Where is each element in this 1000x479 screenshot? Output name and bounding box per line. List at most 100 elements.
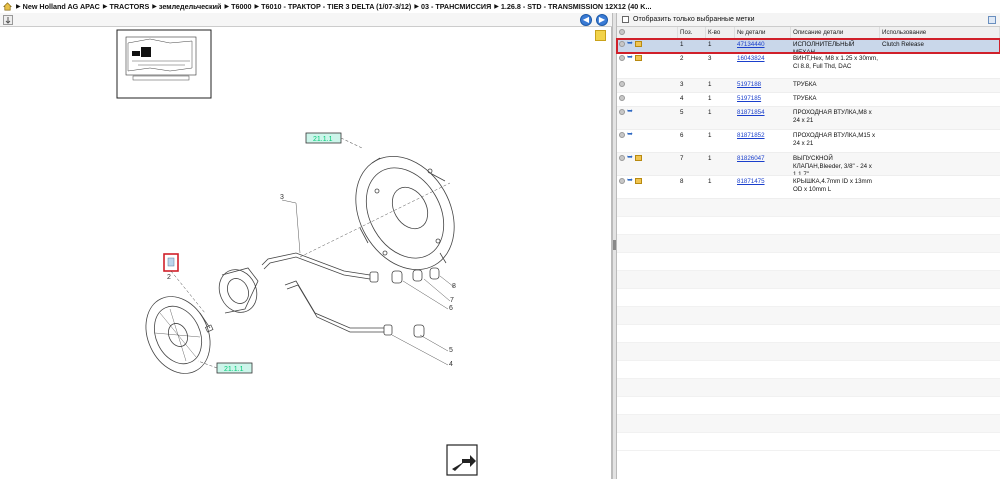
select-icon[interactable] — [619, 178, 625, 184]
breadcrumb-item-series[interactable]: T6000 — [231, 2, 251, 11]
header-usage[interactable]: Использование — [880, 27, 1000, 38]
select-all-icon[interactable] — [619, 29, 625, 35]
add-to-list-icon[interactable]: ➥ — [627, 154, 633, 161]
svg-text:21.1.1: 21.1.1 — [224, 366, 244, 373]
empty-row — [617, 307, 1000, 325]
breadcrumb-item-section[interactable]: 03 - ТРАНСМИССИЯ — [421, 2, 491, 11]
table-row[interactable]: ➥ 6 1 81871852 ПРОХОДНАЯ ВТУЛКА,M15 x 24… — [617, 130, 1000, 153]
table-row[interactable]: ➥ 5 1 81871854 ПРОХОДНАЯ ВТУЛКА,M8 x 24 … — [617, 107, 1000, 130]
ref-tag-top[interactable]: 21.1.1 — [305, 132, 363, 149]
next-page-icon[interactable] — [446, 444, 478, 476]
breadcrumb: ▶ New Holland AG APAC ▶ TRACTORS ▶ земле… — [0, 0, 1000, 13]
cell-desc: ВИНТ,Hex, M8 x 1.25 x 30mm, Cl 8.8, Full… — [793, 55, 878, 70]
parts-table: Поз. К-во № детали Описание детали Испол… — [616, 27, 1000, 451]
table-row[interactable]: ➥ 7 1 81826047 ВЫПУСКНОЙ КЛАПАН,Bleeder,… — [617, 153, 1000, 176]
add-to-list-icon[interactable]: ➥ — [627, 108, 633, 115]
package-icon[interactable] — [634, 178, 642, 184]
empty-row — [617, 415, 1000, 433]
callout-5: 5 — [449, 347, 453, 354]
diagram-thumbnail[interactable] — [116, 29, 212, 99]
empty-row — [617, 289, 1000, 307]
breadcrumb-item-group[interactable]: 1.26.8 - STD - TRANSMISSION 12X12 (40 K.… — [501, 2, 652, 11]
add-to-list-icon[interactable]: ➥ — [627, 40, 633, 47]
cell-usage — [880, 79, 1000, 92]
cell-desc: ПРОХОДНАЯ ВТУЛКА,M15 x 24 x 21 — [793, 132, 876, 147]
cell-desc: ТРУБКА — [793, 81, 817, 88]
tubes — [261, 252, 393, 336]
cell-pos: 8 — [680, 178, 684, 185]
splitter-handle-icon[interactable] — [613, 240, 616, 250]
exploded-diagram: 21.1.1 3 2 8 7 6 5 4 21.1.1 — [116, 29, 478, 476]
table-row[interactable]: 3 1 5197188 ТРУБКА — [617, 79, 1000, 93]
add-to-list-icon[interactable]: ➥ — [627, 131, 633, 138]
breadcrumb-item-model[interactable]: T6010 - ТРАКТОР - TIER 3 DELTA (1/07-3/1… — [261, 2, 411, 11]
empty-row — [617, 199, 1000, 217]
callout-2: 2 — [167, 274, 171, 281]
add-to-list-icon[interactable]: ➥ — [627, 177, 633, 184]
breadcrumb-item-tractors[interactable]: TRACTORS — [109, 2, 149, 11]
header-qty[interactable]: К-во — [706, 27, 735, 38]
breadcrumb-item-brand[interactable]: New Holland AG APAC — [23, 2, 100, 11]
bc-arrow-icon: ▶ — [224, 4, 230, 10]
ref-tag-bottom[interactable]: 21.1.1 — [197, 360, 253, 374]
header-select[interactable] — [617, 27, 678, 38]
callout-3: 3 — [280, 194, 284, 201]
table-row[interactable]: ➥ 8 1 81871475 КРЫШКА,4.7mm ID x 13mm OD… — [617, 176, 1000, 199]
table-row[interactable]: ➥ 1 1 47134440 ИСПОЛНИТЕЛЬНЫЙ МЕХАН Clut… — [616, 38, 1000, 54]
breadcrumb-item-category[interactable]: земледельческий — [159, 2, 222, 11]
package-icon[interactable] — [634, 41, 642, 47]
show-selected-checkbox[interactable] — [622, 16, 629, 23]
part-number-link[interactable]: 16043824 — [737, 55, 765, 62]
cell-usage: Clutch Release — [882, 41, 924, 48]
bc-arrow-icon: ▶ — [152, 4, 157, 10]
part-number-link[interactable]: 5197188 — [737, 81, 761, 88]
header-desc[interactable]: Описание детали — [791, 27, 880, 38]
cell-pos: 4 — [680, 95, 684, 102]
callout-4: 4 — [449, 361, 453, 368]
select-icon[interactable] — [619, 155, 625, 161]
part-number-link[interactable]: 81826047 — [737, 155, 765, 162]
export-icon[interactable] — [988, 16, 996, 24]
callout-6: 6 — [449, 305, 453, 312]
show-selected-label: Отобразить только выбранные метки — [633, 16, 755, 23]
select-icon[interactable] — [619, 41, 625, 47]
release-actuator[interactable] — [212, 263, 263, 318]
cell-qty: 1 — [708, 95, 712, 102]
select-icon[interactable] — [619, 95, 625, 101]
cell-pos: 2 — [680, 55, 684, 62]
empty-row — [617, 235, 1000, 253]
package-icon[interactable] — [634, 55, 642, 61]
cell-pos: 1 — [680, 41, 684, 48]
part-number-link[interactable]: 47134440 — [737, 41, 765, 48]
part-number-link[interactable]: 5197185 — [737, 95, 761, 102]
part-number-link[interactable]: 81871854 — [737, 109, 765, 116]
parts-pane: Отобразить только выбранные метки Поз. К… — [616, 13, 1000, 479]
table-row[interactable]: 4 1 5197185 ТРУБКА — [617, 93, 1000, 107]
home-icon[interactable] — [3, 2, 12, 11]
cell-pos: 3 — [680, 81, 684, 88]
select-icon[interactable] — [619, 132, 625, 138]
package-icon[interactable] — [634, 155, 642, 161]
header-part[interactable]: № детали — [735, 27, 791, 38]
cell-qty: 1 — [708, 132, 712, 139]
callout-highlight[interactable] — [163, 253, 179, 272]
select-icon[interactable] — [619, 55, 625, 61]
cell-usage — [880, 176, 1000, 198]
part-number-link[interactable]: 81871852 — [737, 132, 765, 139]
cell-qty: 1 — [708, 109, 712, 116]
clutch-plate — [145, 296, 211, 374]
filter-bar: Отобразить только выбранные метки — [617, 13, 1000, 27]
part-number-link[interactable]: 81871475 — [737, 178, 765, 185]
cell-pos: 5 — [680, 109, 684, 116]
add-to-list-icon[interactable]: ➥ — [627, 54, 633, 61]
select-icon[interactable] — [619, 81, 625, 87]
svg-text:21.1.1: 21.1.1 — [313, 136, 333, 143]
cell-usage — [880, 130, 1000, 152]
empty-row — [617, 253, 1000, 271]
select-icon[interactable] — [619, 109, 625, 115]
header-pos[interactable]: Поз. — [678, 27, 706, 38]
callout-7: 7 — [450, 297, 454, 304]
cell-desc: ВЫПУСКНОЙ КЛАПАН,Bleeder, 3/8" - 24 x 1.… — [793, 155, 872, 175]
table-row[interactable]: ➥ 2 3 16043824 ВИНТ,Hex, M8 x 1.25 x 30m… — [617, 53, 1000, 79]
cell-desc: ТРУБКА — [793, 95, 817, 102]
